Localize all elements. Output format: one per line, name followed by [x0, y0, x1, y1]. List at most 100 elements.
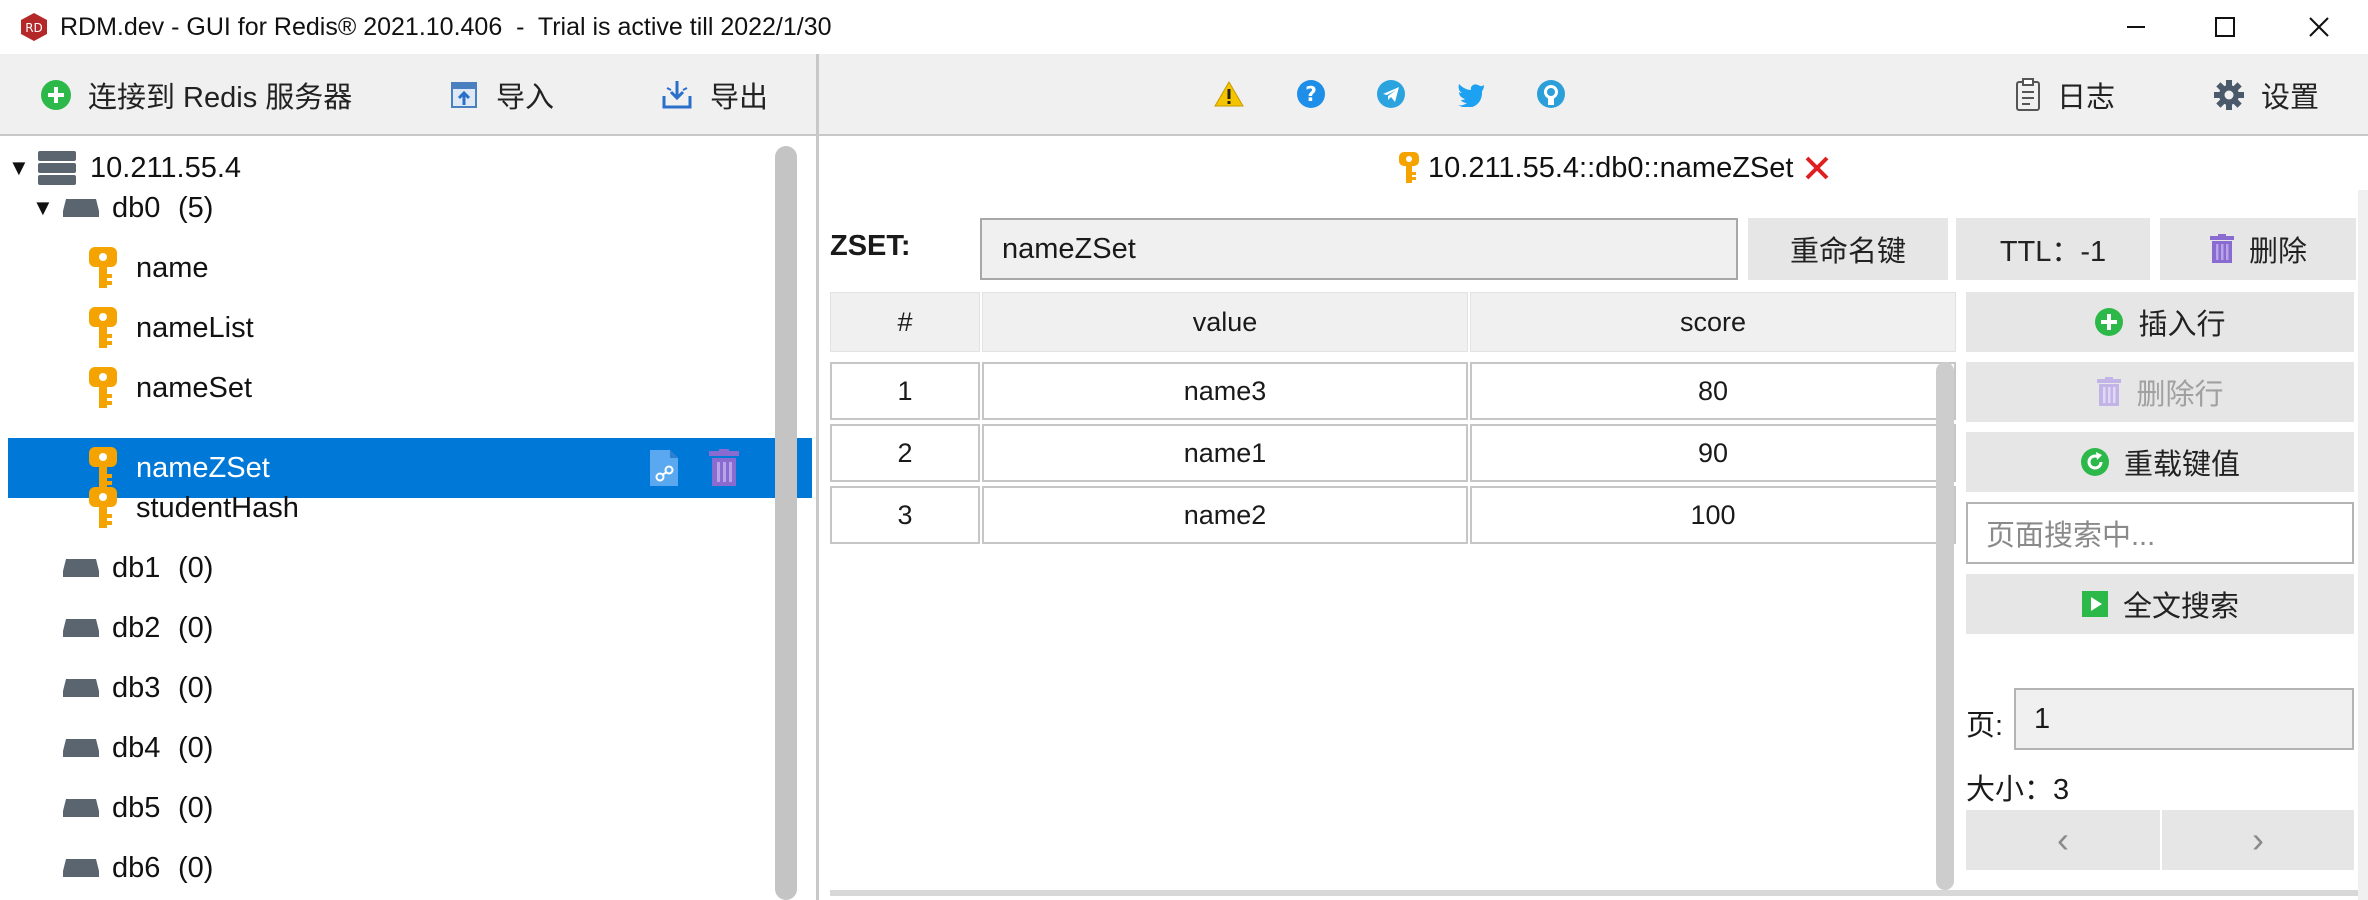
- bottom-divider: [830, 890, 2360, 896]
- page-label: 页:: [1966, 710, 2004, 742]
- page-search-input[interactable]: 页面搜索中...: [1966, 502, 2354, 564]
- table-cell-index[interactable]: 1: [830, 362, 980, 420]
- help-button[interactable]: ?: [1293, 76, 1329, 112]
- telegram-button[interactable]: [1373, 76, 1409, 112]
- reload-button[interactable]: 重载键值: [1966, 432, 2354, 492]
- column-header-score[interactable]: score: [1470, 292, 1956, 352]
- db-name: db2: [112, 611, 161, 644]
- tree-key-item[interactable]: nameSet: [0, 358, 810, 418]
- ttl-button[interactable]: TTL：-1: [1956, 218, 2150, 280]
- database-icon: [63, 739, 99, 757]
- connection-tree: ▼ 10.211.55.4 ▼ db0 (5) name nameList na…: [0, 138, 816, 900]
- tree-db-node[interactable]: db3 (0): [0, 658, 810, 718]
- delete-key-label: 删除: [2248, 236, 2307, 268]
- settings-button[interactable]: 设置: [2213, 54, 2319, 136]
- pane-splitter[interactable]: [816, 54, 819, 900]
- reload-label: 重载键值: [2123, 449, 2240, 481]
- size-label: 大小：3: [1966, 774, 2070, 806]
- db-count: (0): [178, 671, 214, 704]
- key-label: nameSet: [136, 371, 253, 404]
- key-name-field[interactable]: nameZSet: [980, 218, 1738, 280]
- key-tab[interactable]: 10.211.55.4::db0::nameZSet: [1398, 148, 1831, 188]
- table-cell-index[interactable]: 3: [830, 486, 980, 544]
- add-circle-icon: [2095, 308, 2124, 336]
- delete-key-button[interactable]: 删除: [2160, 218, 2356, 280]
- tree-db-node[interactable]: db5 (0): [0, 778, 810, 838]
- tree-db-node[interactable]: db2 (0): [0, 598, 810, 658]
- key-type-label: ZSET:: [830, 230, 911, 262]
- database-icon: [63, 559, 99, 577]
- table-cell-value[interactable]: name3: [982, 362, 1468, 420]
- key-icon: [1399, 152, 1419, 183]
- log-label: 日志: [2057, 82, 2116, 114]
- database-icon: [63, 619, 99, 637]
- prev-page-button[interactable]: ‹: [1966, 810, 2160, 870]
- expand-arrow-icon[interactable]: ▼: [32, 195, 54, 221]
- connect-server-label: 连接到 Redis 服务器: [88, 82, 353, 114]
- db-name: db0: [112, 191, 161, 224]
- tree-db-node-db0[interactable]: ▼ db0 (5): [0, 178, 810, 238]
- delete-row-button[interactable]: 删除行: [1966, 362, 2354, 422]
- export-button[interactable]: 导出: [660, 54, 768, 136]
- add-circle-icon: [41, 80, 71, 110]
- help-icon: ?: [1297, 80, 1325, 108]
- github-button[interactable]: [1533, 76, 1569, 112]
- column-header-index[interactable]: #: [830, 292, 980, 352]
- tree-db-node[interactable]: db4 (0): [0, 718, 810, 778]
- ttl-label: TTL：-1: [1999, 236, 2107, 268]
- table-cell-score[interactable]: 100: [1470, 486, 1956, 544]
- connect-server-button[interactable]: 连接到 Redis 服务器: [40, 54, 352, 136]
- import-button[interactable]: 导入: [448, 54, 554, 136]
- next-page-button[interactable]: ›: [2162, 810, 2354, 870]
- table-cell-value[interactable]: name2: [982, 486, 1468, 544]
- chevron-right-icon: ›: [2252, 819, 2264, 860]
- tree-db-node[interactable]: db6 (0): [0, 838, 810, 898]
- table-cell-value[interactable]: name1: [982, 424, 1468, 482]
- page-search-placeholder: 页面搜索中...: [1986, 520, 2156, 552]
- column-header-value[interactable]: value: [982, 292, 1468, 352]
- tree-key-item[interactable]: nameList: [0, 298, 810, 358]
- minimize-button[interactable]: [2089, 0, 2183, 54]
- db-count: (0): [178, 851, 214, 884]
- key-label: name: [136, 251, 209, 284]
- fulltext-search-label: 全文搜索: [2122, 591, 2239, 623]
- trash-icon: [2097, 377, 2122, 406]
- db-name: db3: [112, 671, 161, 704]
- settings-label: 设置: [2261, 82, 2320, 114]
- tree-db-node[interactable]: db1 (0): [0, 538, 810, 598]
- tree-key-item[interactable]: name: [0, 238, 810, 298]
- fulltext-search-button[interactable]: 全文搜索: [1966, 574, 2354, 634]
- insert-row-label: 插入行: [2138, 309, 2226, 341]
- right-edge-scrollbar: [2358, 190, 2368, 900]
- insert-row-button[interactable]: 插入行: [1966, 292, 2354, 352]
- play-icon: [2081, 591, 2108, 617]
- maximize-button[interactable]: [2178, 0, 2272, 54]
- title-bar: RD RDM.dev - GUI for Redis® 2021.10.406 …: [0, 0, 2368, 54]
- key-name-value: nameZSet: [1002, 232, 1136, 265]
- tree-key-item[interactable]: studentHash: [0, 478, 810, 538]
- export-icon: [662, 81, 692, 109]
- table-cell-score[interactable]: 80: [1470, 362, 1956, 420]
- svg-text:?: ?: [1305, 82, 1317, 106]
- key-label: studentHash: [136, 491, 299, 524]
- database-icon: [63, 679, 99, 697]
- gear-icon: [2214, 80, 2244, 110]
- database-icon: [63, 799, 99, 817]
- log-button[interactable]: 日志: [2015, 54, 2115, 136]
- close-tab-icon[interactable]: [1803, 154, 1831, 182]
- page-number-input[interactable]: 1: [2014, 688, 2354, 750]
- close-icon: [2309, 17, 2329, 37]
- key-icon: [89, 487, 117, 528]
- warning-button[interactable]: [1211, 76, 1247, 112]
- window-title: RDM.dev - GUI for Redis® 2021.10.406 - T…: [60, 12, 832, 41]
- db-name: db5: [112, 791, 161, 824]
- rename-key-button[interactable]: 重命名键: [1748, 218, 1948, 280]
- table-scrollbar[interactable]: [1936, 362, 1954, 890]
- clipboard-icon: [2016, 78, 2040, 111]
- tab-title-label: 10.211.55.4::db0::nameZSet: [1428, 151, 1794, 184]
- close-window-button[interactable]: [2272, 0, 2366, 54]
- twitter-button[interactable]: [1453, 76, 1489, 112]
- table-cell-score[interactable]: 90: [1470, 424, 1956, 482]
- tree-scrollbar[interactable]: [775, 146, 797, 900]
- table-cell-index[interactable]: 2: [830, 424, 980, 482]
